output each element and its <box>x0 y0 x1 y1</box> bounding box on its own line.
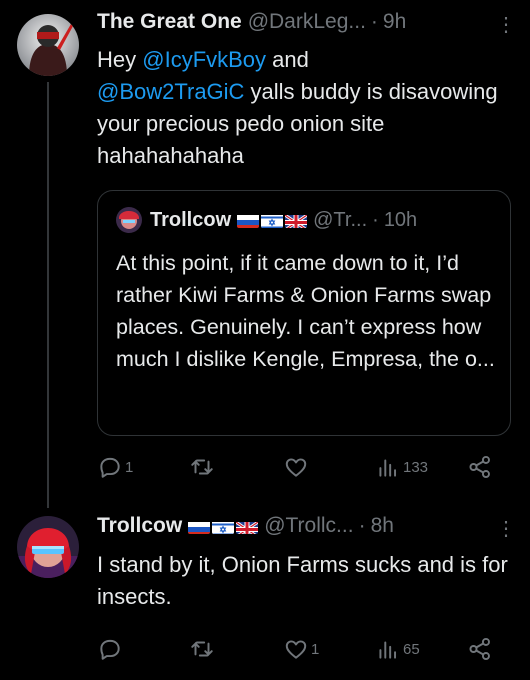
russia-flag-icon <box>237 213 260 228</box>
text-segment: Hey <box>97 47 143 72</box>
tweet2-header: Trollcow @Trollc... · 8h ⋮ <box>97 514 516 541</box>
quote-author-name[interactable]: Trollcow <box>150 209 231 232</box>
more-icon[interactable]: ⋮ <box>496 12 516 37</box>
share-icon <box>469 637 490 661</box>
text-segment: and <box>266 47 309 72</box>
israel-flag-icon <box>261 213 284 228</box>
uk-flag-icon <box>285 213 308 228</box>
author-name[interactable]: Trollcow <box>97 514 182 538</box>
views-button[interactable]: 65 <box>375 632 420 666</box>
more-icon[interactable]: ⋮ <box>496 516 516 541</box>
quote-author-handle[interactable]: @Tr... <box>313 209 367 232</box>
views-count: 65 <box>403 640 420 658</box>
timestamp[interactable]: 9h <box>383 10 406 34</box>
retweet-button[interactable] <box>189 450 217 484</box>
retweet-icon <box>191 459 213 475</box>
retweet-button[interactable] <box>189 632 217 666</box>
avatar-trollcow[interactable] <box>17 516 79 578</box>
views-icon <box>379 641 397 659</box>
separator-dot: · <box>372 208 379 231</box>
quote-header: Trollcow @Tr... · 10h <box>116 207 417 233</box>
reply-button[interactable] <box>97 632 125 666</box>
like-button[interactable]: 1 <box>283 632 319 666</box>
author-handle[interactable]: @Trollc... <box>264 514 353 538</box>
like-icon <box>285 458 307 477</box>
separator-dot: · <box>358 514 366 537</box>
views-icon <box>379 459 397 477</box>
author-handle[interactable]: @DarkLeg... <box>248 10 366 34</box>
quote-text: At this point, if it came down to it, I’… <box>116 251 495 371</box>
quoted-tweet[interactable]: Trollcow @Tr... · 10h At this point, if … <box>97 190 511 436</box>
author-name[interactable]: The Great One <box>97 10 242 34</box>
reply-icon <box>100 457 120 478</box>
share-button[interactable] <box>467 450 493 484</box>
mention-icyfvkboy[interactable]: @IcyFvkBoy <box>142 47 266 72</box>
quote-avatar <box>116 207 142 233</box>
retweet-icon <box>191 641 213 657</box>
timestamp[interactable]: 8h <box>371 514 394 538</box>
like-count: 1 <box>311 640 320 658</box>
views-count: 133 <box>403 458 429 476</box>
like-button[interactable] <box>283 450 311 484</box>
tweet1-header: The Great One @DarkLeg... · 9h ⋮ <box>97 10 516 37</box>
flag-emojis <box>237 213 308 228</box>
reply-count: 1 <box>125 458 134 476</box>
mention-bow2tragic[interactable]: @Bow2TraGiC <box>97 79 244 104</box>
quote-timestamp[interactable]: 10h <box>384 209 417 232</box>
separator-dot: · <box>370 10 378 33</box>
avatar-great-one[interactable] <box>17 14 79 76</box>
reply-button[interactable]: 1 <box>97 450 133 484</box>
flag-emojis <box>188 519 259 534</box>
reply-icon <box>100 639 120 660</box>
uk-flag-icon <box>236 519 259 534</box>
tweet1-text: Hey @IcyFvkBoy and @Bow2TraGiC yalls bud… <box>97 44 510 172</box>
tweet2-actions: 1 65 <box>97 632 497 666</box>
israel-flag-icon <box>212 519 235 534</box>
tweet1-actions: 1 133 <box>97 450 497 484</box>
share-button[interactable] <box>467 632 493 666</box>
tweet2-text: I stand by it, Onion Farms sucks and is … <box>97 552 508 609</box>
views-button[interactable]: 133 <box>375 450 428 484</box>
russia-flag-icon <box>188 519 211 534</box>
thread-line <box>47 82 49 508</box>
like-icon <box>285 640 307 659</box>
share-icon <box>469 455 490 479</box>
